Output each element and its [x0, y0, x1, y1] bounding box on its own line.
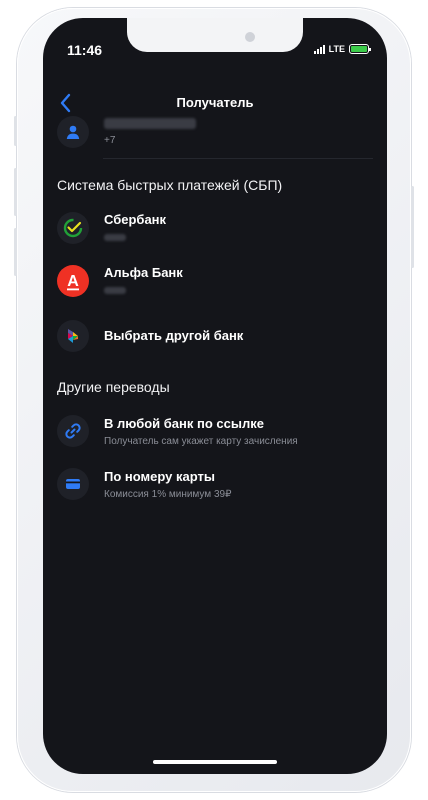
network-label: LTE: [328, 44, 345, 54]
status-indicators: LTE: [313, 44, 371, 54]
recipient-row[interactable]: +7: [57, 116, 196, 148]
link-icon-circle: [57, 415, 89, 447]
bank-row-alfa[interactable]: А Альфа Банк: [57, 265, 183, 297]
svg-text:А: А: [67, 273, 79, 290]
side-button-right: [411, 186, 414, 268]
battery-icon: [349, 44, 371, 54]
transfer-by-card-row[interactable]: По номеру карты Комиссия 1% минимум 39₽: [57, 468, 231, 501]
divider: [103, 158, 373, 159]
sberbank-icon: [63, 218, 83, 238]
sbp-icon: [68, 329, 78, 343]
transfer-by-link-subtitle: Получатель сам укажет карту зачисления: [104, 436, 298, 447]
choose-other-bank-label: Выбрать другой банк: [104, 328, 244, 343]
signal-icon: [313, 44, 325, 54]
transfer-by-link-title: В любой банк по ссылке: [104, 416, 264, 431]
card-icon-circle: [57, 468, 89, 500]
side-button-left-2: [14, 168, 17, 216]
card-icon: [66, 479, 80, 489]
recipient-phone: +7: [104, 135, 116, 146]
link-icon: [65, 423, 81, 439]
sberbank-logo: [57, 212, 89, 244]
home-indicator[interactable]: [153, 760, 277, 764]
user-icon: [66, 125, 80, 139]
transfer-by-card-subtitle: Комиссия 1% минимум 39₽: [104, 489, 232, 500]
account-hidden: [104, 234, 126, 241]
page-title: Получатель: [176, 95, 254, 110]
choose-other-bank-row[interactable]: Выбрать другой банк: [57, 320, 243, 352]
other-transfers-section-title: Другие переводы: [57, 379, 170, 395]
transfer-by-link-row[interactable]: В любой банк по ссылке Получатель сам ук…: [57, 415, 298, 448]
camera: [245, 32, 255, 42]
sbp-section-title: Система быстрых платежей (СБП): [57, 177, 283, 193]
notch: [127, 18, 303, 52]
bank-name: Сбербанк: [104, 212, 167, 227]
account-hidden: [104, 287, 126, 294]
bank-name: Альфа Банк: [104, 265, 183, 280]
sbp-logo: [57, 320, 89, 352]
side-button-left-1: [14, 116, 17, 146]
bank-row-sberbank[interactable]: Сбербанк: [57, 212, 166, 244]
alfa-bank-logo: А: [57, 265, 89, 297]
side-button-left-3: [14, 228, 17, 276]
transfer-by-card-title: По номеру карты: [104, 469, 215, 484]
recipient-name-hidden: [104, 118, 196, 129]
phone-screen: 11:46 LTE Получатель +7 Система быстрых …: [43, 18, 387, 774]
header: Получатель: [43, 90, 387, 116]
status-time: 11:46: [67, 42, 103, 58]
avatar: [57, 116, 89, 148]
alfa-bank-icon: А: [67, 273, 79, 291]
